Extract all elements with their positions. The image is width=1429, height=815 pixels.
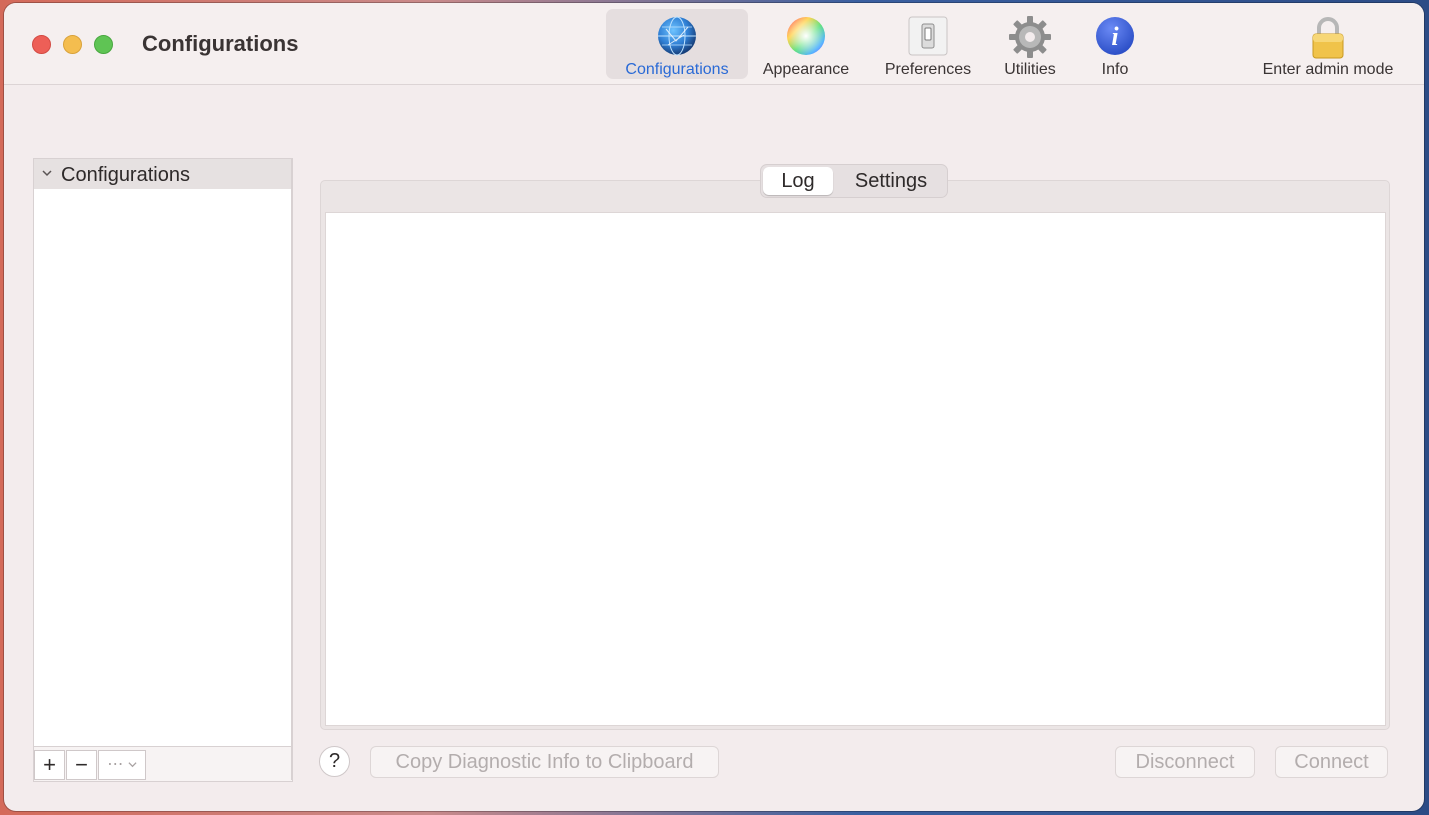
chevron-down-icon[interactable] (41, 166, 53, 184)
toolbar-appearance-label: Appearance (762, 61, 850, 78)
color-wheel-icon (785, 15, 827, 62)
close-window-button[interactable] (32, 35, 51, 54)
app-window: Configurations Configurations Appearance… (4, 3, 1424, 811)
log-view[interactable] (325, 212, 1386, 726)
svg-text:i: i (1111, 22, 1119, 51)
info-icon: i (1094, 15, 1136, 62)
toolbar-configurations-label: Configurations (625, 61, 729, 78)
window-title: Configurations (142, 31, 299, 56)
gear-icon (1008, 15, 1052, 64)
tab-log[interactable]: Log (763, 167, 833, 195)
admin-mode-button[interactable]: Enter admin mode (1248, 9, 1408, 79)
title-bar: Configurations Configurations Appearance… (4, 3, 1424, 85)
more-actions-button[interactable]: ⋯ (98, 750, 146, 780)
toolbar-appearance[interactable]: Appearance (756, 9, 856, 79)
tab-settings[interactable]: Settings (837, 167, 945, 195)
tab-switcher: Log Settings (760, 164, 948, 198)
toolbar-utilities[interactable]: Utilities (992, 9, 1068, 79)
more-actions-icon: ⋯ (107, 756, 124, 773)
copy-diagnostic-button[interactable]: Copy Diagnostic Info to Clipboard (370, 746, 719, 778)
toolbar-preferences[interactable]: Preferences (876, 9, 980, 79)
globe-icon (656, 15, 698, 62)
disconnect-button[interactable]: Disconnect (1115, 746, 1255, 778)
help-button[interactable]: ? (319, 746, 350, 777)
sidebar-group-header[interactable]: Configurations (34, 159, 292, 189)
sidebar-divider[interactable] (291, 158, 292, 780)
connect-button[interactable]: Connect (1275, 746, 1388, 778)
admin-mode-label: Enter admin mode (1262, 61, 1394, 78)
sidebar-footer: + − ⋯ (34, 746, 292, 781)
lock-icon (1308, 15, 1348, 66)
configurations-sidebar: Configurations + − ⋯ (33, 158, 293, 782)
zoom-window-button[interactable] (94, 35, 113, 54)
toolbar-utilities-label: Utilities (1004, 61, 1056, 78)
toolbar-preferences-label: Preferences (884, 61, 972, 78)
tab-panel (320, 180, 1390, 730)
minimize-window-button[interactable] (63, 35, 82, 54)
toolbar-info-label: Info (1101, 61, 1129, 78)
sidebar-group-label: Configurations (61, 164, 190, 186)
add-configuration-button[interactable]: + (34, 750, 65, 780)
toolbar-configurations[interactable]: Configurations (606, 9, 748, 79)
toolbar-info[interactable]: i Info (1084, 9, 1146, 79)
switch-icon (907, 15, 949, 62)
remove-configuration-button[interactable]: − (66, 750, 97, 780)
chevron-down-icon (128, 756, 137, 773)
